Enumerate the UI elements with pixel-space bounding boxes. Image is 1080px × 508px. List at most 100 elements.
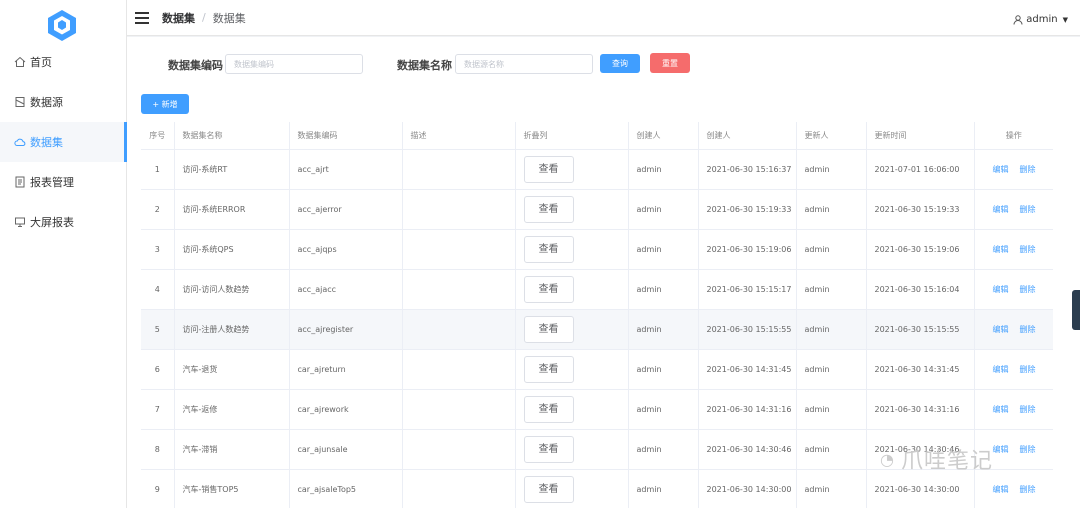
edit-link[interactable]: 编辑 bbox=[993, 205, 1009, 214]
edit-link[interactable]: 编辑 bbox=[993, 445, 1009, 454]
cell-view: 查看 bbox=[515, 469, 629, 508]
hamburger-menu-icon[interactable] bbox=[135, 11, 149, 24]
edit-link[interactable]: 编辑 bbox=[993, 165, 1009, 174]
cell-created: 2021-06-30 15:16:37 bbox=[698, 149, 797, 190]
cell-code: acc_ajerror bbox=[289, 189, 403, 230]
cell-name: 访问-系统ERROR bbox=[174, 189, 290, 230]
user-icon bbox=[1013, 14, 1023, 25]
cell-updater: admin bbox=[796, 309, 867, 350]
dataset-code-input[interactable] bbox=[225, 54, 363, 74]
delete-link[interactable]: 删除 bbox=[1020, 285, 1036, 294]
top-header: 数据集 / 数据集 admin ▼ bbox=[127, 0, 1080, 36]
cell-creator: admin bbox=[628, 309, 699, 350]
breadcrumb-current: 数据集 bbox=[212, 11, 246, 25]
sidebar-item-bigscreen[interactable]: 大屏报表 bbox=[0, 202, 127, 242]
cell-desc bbox=[402, 389, 516, 430]
edit-link[interactable]: 编辑 bbox=[993, 485, 1009, 494]
cell-code: car_ajsaleTop5 bbox=[289, 469, 403, 508]
dataset-name-label: 数据集名称 bbox=[397, 59, 452, 72]
cell-created: 2021-06-30 15:15:55 bbox=[698, 309, 797, 350]
cell-desc bbox=[402, 189, 516, 230]
cell-code: car_ajunsale bbox=[289, 429, 403, 470]
username: admin bbox=[1026, 14, 1058, 25]
cell-desc bbox=[402, 309, 516, 350]
query-button[interactable]: 查询 bbox=[600, 54, 640, 73]
cell-no: 8 bbox=[141, 429, 175, 470]
cell-creator: admin bbox=[628, 429, 699, 470]
cell-creator: admin bbox=[628, 389, 699, 430]
sidebar-item-label: 首页 bbox=[30, 56, 52, 69]
cell-name: 访问-访问人数趋势 bbox=[174, 269, 290, 310]
view-button[interactable]: 查看 bbox=[523, 235, 574, 263]
edit-link[interactable]: 编辑 bbox=[993, 405, 1009, 414]
sidebar-item-dataset[interactable]: 数据集 bbox=[0, 122, 127, 162]
cell-name: 访问-系统QPS bbox=[174, 229, 290, 270]
view-button[interactable]: 查看 bbox=[523, 475, 574, 503]
reset-button[interactable]: 重置 bbox=[650, 53, 690, 73]
cell-created: 2021-06-30 14:30:00 bbox=[698, 469, 797, 508]
cell-actions: 编辑 删除 bbox=[974, 309, 1053, 350]
screen-icon bbox=[15, 217, 25, 227]
edit-link[interactable]: 编辑 bbox=[993, 365, 1009, 374]
cell-created: 2021-06-30 14:31:16 bbox=[698, 389, 797, 430]
edit-link[interactable]: 编辑 bbox=[993, 285, 1009, 294]
cell-name: 汽车-返修 bbox=[174, 389, 290, 430]
table-row: 1 访问-系统RT acc_ajrt 查看 admin 2021-06-30 15:16:… bbox=[141, 149, 1053, 190]
user-menu[interactable]: admin ▼ bbox=[1013, 14, 1068, 25]
cell-actions: 编辑 删除 bbox=[974, 269, 1053, 310]
watermark: ◔ 爪哇笔记 bbox=[880, 443, 993, 475]
side-panel-handle[interactable] bbox=[1072, 290, 1080, 330]
dataset-name-input[interactable] bbox=[455, 54, 593, 74]
cell-updater: admin bbox=[796, 229, 867, 270]
cell-no: 6 bbox=[141, 349, 175, 390]
view-button[interactable]: 查看 bbox=[523, 355, 574, 383]
cell-no: 5 bbox=[141, 309, 175, 350]
cell-updated: 2021-06-30 14:31:45 bbox=[866, 349, 975, 390]
delete-link[interactable]: 删除 bbox=[1020, 445, 1036, 454]
view-button[interactable]: 查看 bbox=[523, 395, 574, 423]
cell-creator: admin bbox=[628, 149, 699, 190]
sidebar-menu: 首页 数据源 数据集 报表管理 大屏报表 bbox=[0, 42, 127, 242]
sidebar-item-home[interactable]: 首页 bbox=[0, 42, 127, 82]
view-button[interactable]: 查看 bbox=[523, 155, 574, 183]
cell-code: acc_ajacc bbox=[289, 269, 403, 310]
cell-desc bbox=[402, 429, 516, 470]
delete-link[interactable]: 删除 bbox=[1020, 365, 1036, 374]
cell-updated: 2021-06-30 15:19:33 bbox=[866, 189, 975, 230]
view-button[interactable]: 查看 bbox=[523, 315, 574, 343]
sidebar-item-datasource[interactable]: 数据源 bbox=[0, 82, 127, 122]
sidebar-item-reports[interactable]: 报表管理 bbox=[0, 162, 127, 202]
delete-link[interactable]: 删除 bbox=[1020, 165, 1036, 174]
view-button[interactable]: 查看 bbox=[523, 275, 574, 303]
cell-updater: admin bbox=[796, 189, 867, 230]
delete-link[interactable]: 删除 bbox=[1020, 205, 1036, 214]
delete-link[interactable]: 删除 bbox=[1020, 245, 1036, 254]
delete-link[interactable]: 删除 bbox=[1020, 485, 1036, 494]
sidebar: 首页 数据源 数据集 报表管理 大屏报表 bbox=[0, 0, 127, 508]
table-header-row: 序号 数据集名称 数据集编码 描述 折叠列 创建人 创建人 更新人 更新时间 操… bbox=[141, 122, 1053, 150]
cell-creator: admin bbox=[628, 189, 699, 230]
add-button[interactable]: + 新增 bbox=[141, 94, 189, 114]
cell-created: 2021-06-30 15:15:17 bbox=[698, 269, 797, 310]
delete-link[interactable]: 删除 bbox=[1020, 405, 1036, 414]
cell-desc bbox=[402, 149, 516, 190]
view-button[interactable]: 查看 bbox=[523, 435, 574, 463]
cell-view: 查看 bbox=[515, 189, 629, 230]
delete-link[interactable]: 删除 bbox=[1020, 325, 1036, 334]
view-button[interactable]: 查看 bbox=[523, 195, 574, 223]
cell-no: 3 bbox=[141, 229, 175, 270]
edit-link[interactable]: 编辑 bbox=[993, 325, 1009, 334]
breadcrumb-parent[interactable]: 数据集 bbox=[162, 10, 195, 26]
cell-updated: 2021-07-01 16:06:00 bbox=[866, 149, 975, 190]
cell-updater: admin bbox=[796, 149, 867, 190]
cell-no: 9 bbox=[141, 469, 175, 508]
watermark-text: 爪哇笔记 bbox=[900, 449, 993, 474]
column-header: 折叠列 bbox=[515, 122, 629, 150]
edit-link[interactable]: 编辑 bbox=[993, 245, 1009, 254]
sidebar-item-label: 数据集 bbox=[30, 136, 63, 149]
cell-updated: 2021-06-30 14:31:16 bbox=[866, 389, 975, 430]
cell-name: 汽车-退货 bbox=[174, 349, 290, 390]
column-header: 创建人 bbox=[628, 122, 699, 150]
cell-code: acc_ajregister bbox=[289, 309, 403, 350]
cell-desc bbox=[402, 229, 516, 270]
